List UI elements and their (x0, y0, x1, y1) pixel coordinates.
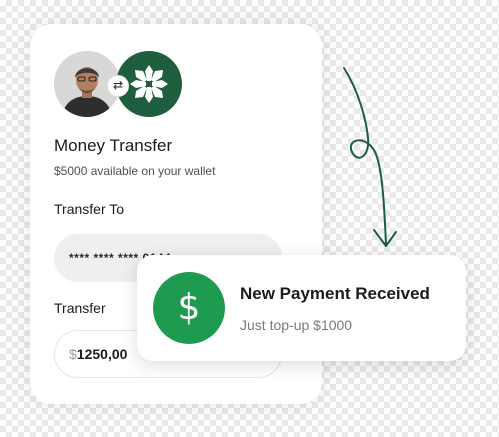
payment-notification[interactable]: $ New Payment Received Just top-up $1000 (137, 255, 466, 361)
amount-value: 1250,00 (76, 346, 128, 362)
transfer-to-label: Transfer To (54, 201, 125, 217)
wallet-balance-text: $5000 available on your wallet (54, 164, 216, 178)
swap-icon: ⇄ (107, 75, 129, 97)
notification-subtitle: Just top-up $1000 (240, 317, 353, 333)
curved-arrow-icon (343, 67, 397, 247)
page-title: Money Transfer (54, 136, 173, 155)
transfer-amount-label: Transfer (54, 300, 106, 316)
dollar-icon: $ (153, 272, 225, 344)
currency-symbol: $ (69, 346, 77, 362)
notification-title: New Payment Received (240, 284, 430, 303)
